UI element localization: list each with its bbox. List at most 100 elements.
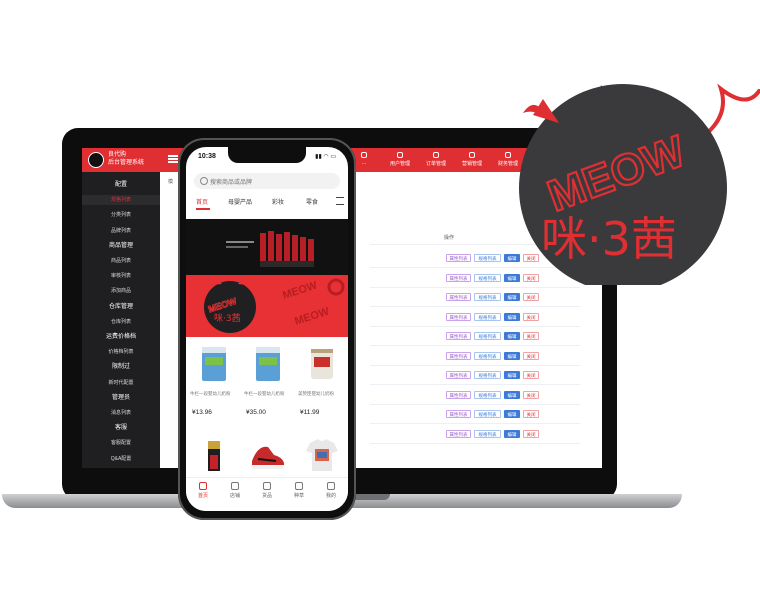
tab-label: 货品 <box>261 493 272 499</box>
edit-button[interactable]: 编辑 <box>504 332 520 340</box>
nav-item-marketing[interactable]: 营销管理 <box>452 152 492 167</box>
sidebar-item[interactable]: 商品列表 <box>82 256 160 266</box>
spec-list-button[interactable]: 规格列表 <box>474 312 501 321</box>
close-button[interactable]: 关闭 <box>523 371 539 379</box>
attr-list-button[interactable]: 属性列表 <box>446 351 471 360</box>
spec-list-button[interactable]: 规格列表 <box>474 371 501 379</box>
product-price: ¥13.96 <box>192 409 212 416</box>
sidebar-item[interactable]: 新时代配置 <box>82 378 160 388</box>
row-divider <box>370 306 580 307</box>
sidebar-item[interactable]: 价格档列表 <box>82 347 160 357</box>
bottom-tab-discover[interactable]: 种草 <box>285 482 313 499</box>
product-name: 美赞臣婴幼儿奶粉 <box>298 391 334 396</box>
row-divider <box>370 384 580 385</box>
tab-baby[interactable]: 母婴产品 <box>228 197 252 206</box>
attr-list-button[interactable]: 属性列表 <box>446 332 471 340</box>
sidebar-item[interactable]: 品牌列表 <box>82 226 160 236</box>
promo-banner-meow[interactable]: MEOW MEOW MEOW 咪·3茜 <box>186 275 348 337</box>
sidebar-item[interactable]: 客服配置 <box>82 438 160 448</box>
sidebar-group[interactable]: 配置 <box>82 180 160 190</box>
attr-list-button[interactable]: 属性列表 <box>446 273 471 282</box>
product-card[interactable]: 美赞臣婴幼儿奶粉 ¥11.99 <box>296 337 348 427</box>
row-divider <box>370 442 580 444</box>
close-button[interactable]: 关闭 <box>523 332 539 340</box>
product-card[interactable]: 牛栏一段婴幼儿奶粉 ¥35.00 <box>242 337 294 427</box>
sidebar-item[interactable]: 分类列表 <box>82 210 160 220</box>
bottom-tab-goods[interactable]: 货品 <box>253 482 281 499</box>
bottom-tab-store[interactable]: 店铺 <box>221 482 249 499</box>
sidebar-group[interactable]: 管理员 <box>82 393 160 403</box>
row-divider <box>370 286 580 288</box>
close-button[interactable]: 关闭 <box>523 293 539 301</box>
tab-snacks[interactable]: 零食 <box>306 197 318 206</box>
sidebar-group[interactable]: 限制过 <box>82 362 160 372</box>
close-button[interactable]: 关闭 <box>523 410 539 418</box>
close-button[interactable]: 关闭 <box>523 390 539 399</box>
nav-item-orders[interactable]: 订单管理 <box>416 152 456 167</box>
spec-list-button[interactable]: 规格列表 <box>474 410 501 418</box>
user-icon <box>397 152 403 158</box>
attr-list-button[interactable]: 属性列表 <box>446 254 471 262</box>
active-tab-indicator <box>196 208 210 210</box>
sidebar-group[interactable]: 商品管理 <box>82 241 160 251</box>
status-icons: ▮▮ ◠ ▭ <box>315 154 336 160</box>
sidebar-item[interactable]: 消息列表 <box>82 408 160 418</box>
attr-list-button[interactable]: 属性列表 <box>446 371 471 379</box>
bottom-tab-home[interactable]: 首页 <box>189 482 217 499</box>
marketing-icon <box>469 152 475 158</box>
spec-list-button[interactable]: 规格列表 <box>474 293 501 301</box>
bottom-tab-me[interactable]: 我的 <box>317 482 345 499</box>
edit-button[interactable]: 编辑 <box>504 429 520 438</box>
edit-button[interactable]: 编辑 <box>504 371 520 379</box>
tab-label: 店铺 <box>229 493 240 499</box>
tab-label: 种草 <box>293 493 304 499</box>
category-tabs: 首页 母婴产品 彩妆 零食 <box>186 197 348 211</box>
sidebar-group[interactable]: 仓库管理 <box>82 302 160 312</box>
perfume-image <box>208 441 220 471</box>
attr-list-button[interactable]: 属性列表 <box>446 390 471 399</box>
edit-button[interactable]: 编辑 <box>504 293 520 301</box>
row-divider <box>370 345 580 346</box>
spec-list-button[interactable]: 规格列表 <box>474 429 501 438</box>
spec-list-button[interactable]: 规格列表 <box>474 254 501 262</box>
close-button[interactable]: 关闭 <box>523 312 539 321</box>
row-divider <box>370 364 580 366</box>
breadcrumb: 模 <box>168 179 174 185</box>
edit-button[interactable]: 编辑 <box>504 390 520 399</box>
menu-toggle-icon[interactable] <box>168 155 178 163</box>
sidebar-item[interactable]: 审核列表 <box>82 271 160 281</box>
search-bar[interactable]: 搜索商品或品牌 <box>194 173 340 189</box>
tab-label: 我的 <box>325 493 336 499</box>
tab-makeup[interactable]: 彩妆 <box>272 197 284 206</box>
promo-banner-lipstick[interactable] <box>186 219 348 275</box>
close-button[interactable]: 关闭 <box>523 429 539 438</box>
tab-label: 首页 <box>197 493 208 499</box>
goods-icon <box>263 482 271 490</box>
nav-item-users[interactable]: 用户管理 <box>380 152 420 167</box>
attr-list-button[interactable]: 属性列表 <box>446 312 471 321</box>
product-card[interactable]: 牛栏一段婴幼儿奶粉 ¥13.96 <box>188 337 240 427</box>
sidebar-item[interactable]: 规格列表 <box>82 195 160 206</box>
edit-button[interactable]: 编辑 <box>504 410 520 418</box>
sidebar-item[interactable]: 仓库列表 <box>82 317 160 327</box>
attr-list-button[interactable]: 属性列表 <box>446 410 471 418</box>
close-button[interactable]: 关闭 <box>523 351 539 360</box>
sidebar-item[interactable]: 添加商品 <box>82 286 160 296</box>
list-view-icon[interactable] <box>336 197 344 205</box>
product-name: 牛栏一段婴幼儿奶粉 <box>190 391 231 396</box>
attr-list-button[interactable]: 属性列表 <box>446 293 471 301</box>
spec-list-button[interactable]: 规格列表 <box>474 390 501 399</box>
sidebar-group[interactable]: 运费价格档 <box>82 332 160 342</box>
edit-button[interactable]: 编辑 <box>504 351 520 360</box>
row-divider <box>370 403 580 405</box>
sidebar-group[interactable]: 客服 <box>82 423 160 433</box>
attr-list-button[interactable]: 属性列表 <box>446 429 471 438</box>
edit-button[interactable]: 编辑 <box>504 312 520 321</box>
tab-home[interactable]: 首页 <box>196 197 208 206</box>
spec-list-button[interactable]: 规格列表 <box>474 332 501 340</box>
spec-list-button[interactable]: 规格列表 <box>474 351 501 360</box>
milk-can-image <box>202 347 226 381</box>
milk-can-image <box>256 347 280 381</box>
spec-list-button[interactable]: 规格列表 <box>474 273 501 282</box>
sidebar-item[interactable]: Q&A配置 <box>82 454 160 464</box>
